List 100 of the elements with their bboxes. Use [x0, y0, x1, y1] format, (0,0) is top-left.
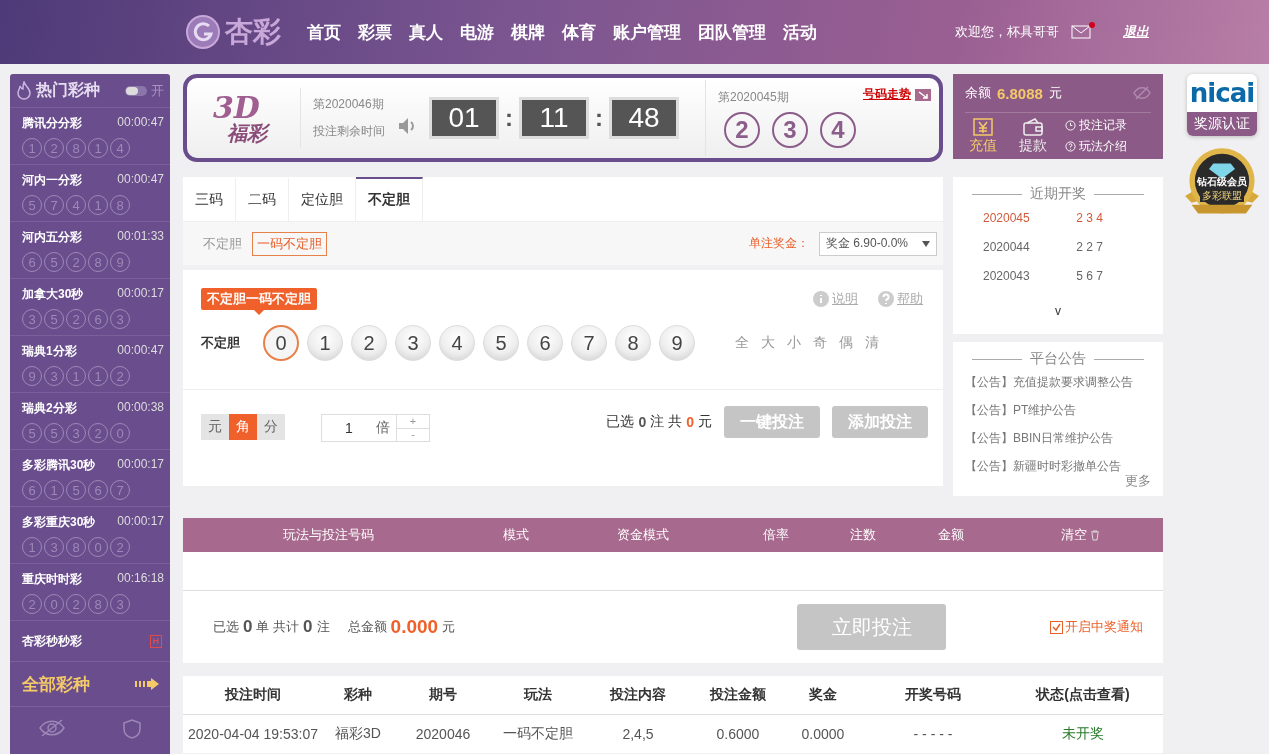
summary-label: 元: [442, 618, 456, 636]
summary-label: 总金额: [347, 618, 387, 636]
quick-select[interactable]: 大: [761, 334, 775, 352]
all-lotteries-link[interactable]: 全部彩种: [10, 662, 170, 707]
issue-number: 第2020045期: [718, 88, 789, 106]
lottery-name[interactable]: 加拿大30秒: [22, 286, 84, 303]
hidden-eye-icon[interactable]: [1133, 86, 1151, 100]
lottery-name[interactable]: 腾讯分分彩: [22, 115, 82, 132]
section-title: 平台公告: [965, 350, 1151, 368]
number-ball[interactable]: 1: [307, 325, 343, 361]
trend-link[interactable]: 号码走势: [863, 86, 931, 103]
nav-item[interactable]: 彩票: [358, 20, 392, 44]
play-option[interactable]: 一码不定胆: [252, 231, 327, 256]
draw-numbers: 2 3 4: [1076, 210, 1103, 225]
prize-select[interactable]: 奖金 6.90-0.0%: [819, 231, 937, 256]
number-ball[interactable]: 4: [439, 325, 475, 361]
prize-label: 单注奖金：: [749, 235, 809, 252]
logout-link[interactable]: 退出: [1123, 23, 1149, 41]
number-ball[interactable]: 6: [527, 325, 563, 361]
lottery-name[interactable]: 河内五分彩: [22, 229, 82, 246]
toggle-switch[interactable]: [125, 85, 147, 96]
expand-toggle[interactable]: v: [965, 304, 1151, 318]
number-ball[interactable]: 2: [351, 325, 387, 361]
more-link[interactable]: 更多: [965, 472, 1151, 490]
unit-toggle[interactable]: 分: [257, 414, 285, 440]
summary-label: 已选: [213, 618, 239, 636]
lottery-name[interactable]: 多彩重庆30秒: [22, 514, 96, 531]
countdown-digit: 48: [609, 97, 679, 139]
lottery-name[interactable]: 杏彩秒秒彩: [22, 632, 82, 650]
quick-select[interactable]: 小: [787, 334, 801, 352]
number-ball[interactable]: 7: [571, 325, 607, 361]
column-header: 金额: [936, 526, 965, 544]
unit-toggle[interactable]: 元: [201, 414, 229, 440]
clear-button[interactable]: 清空: [998, 526, 1163, 544]
table-cell-text: 2,4,5: [621, 726, 655, 742]
draw-numbers: 5 6 7: [1076, 268, 1103, 283]
hidden-eye-icon[interactable]: [38, 719, 66, 737]
column-header: 倍率: [761, 526, 790, 544]
nav-item[interactable]: 真人: [409, 20, 443, 44]
lottery-name[interactable]: 重庆时时彩: [22, 571, 82, 588]
colon-separator: :: [505, 104, 513, 132]
yen-icon: [972, 117, 994, 137]
nav-item[interactable]: 电游: [460, 20, 494, 44]
deposit-button[interactable]: 充值: [965, 117, 1001, 155]
nav-item[interactable]: 活动: [783, 20, 817, 44]
quick-select[interactable]: 偶: [839, 334, 853, 352]
lottery-name[interactable]: 瑞典2分彩: [22, 400, 77, 417]
countdown-time: 00:00:47: [117, 115, 164, 131]
quick-select[interactable]: 全: [735, 334, 749, 352]
wallet-icon: [1022, 117, 1044, 137]
notice-item[interactable]: 【公告】BBIN日常维护公告: [965, 424, 1151, 452]
balance-label: 余额: [965, 84, 991, 102]
table-cell-text: 2020046: [414, 726, 472, 742]
shield-icon[interactable]: [122, 719, 142, 739]
issue-number: 2020044: [983, 239, 1030, 254]
quick-select[interactable]: 奇: [813, 334, 827, 352]
lottery-name[interactable]: 多彩腾讯30秒: [22, 457, 96, 474]
table-cell-text: 福彩3D: [334, 725, 382, 743]
arrow-icon: [134, 677, 160, 691]
column-header: 彩种: [343, 686, 373, 704]
status-link[interactable]: 未开奖: [1003, 725, 1163, 743]
account-link[interactable]: 玩法介绍: [1065, 138, 1127, 155]
brand-logo: nicai: [1189, 77, 1255, 110]
notice-item[interactable]: 【公告】PT维护公告: [965, 396, 1151, 424]
number-ball[interactable]: 9: [659, 325, 695, 361]
currency-label: 元: [1048, 84, 1062, 102]
countdown-time: 00:00:17: [117, 514, 164, 530]
column-header: 投注金额: [708, 686, 767, 704]
trash-icon: [1090, 529, 1100, 541]
play-tab[interactable]: 不定胆: [356, 177, 423, 221]
nav-item[interactable]: 首页: [307, 20, 341, 44]
count-value: 0: [303, 617, 313, 637]
number-ball[interactable]: 5: [483, 325, 519, 361]
nav-item[interactable]: 账户管理: [613, 20, 681, 44]
number-ball[interactable]: 3: [395, 325, 431, 361]
info-icon: [813, 291, 829, 307]
number-ball[interactable]: 8: [615, 325, 651, 361]
lottery-name[interactable]: 河内一分彩: [22, 172, 82, 189]
account-link[interactable]: 投注记录: [1065, 117, 1127, 134]
summary-label: 注: [316, 618, 330, 636]
table-cell-text: 一码不定胆: [502, 725, 574, 743]
quick-select[interactable]: 清: [865, 334, 879, 352]
nav-item[interactable]: 团队管理: [698, 20, 766, 44]
sidebar-title: 热门彩种: [36, 80, 100, 100]
balance-value: 6.8088: [997, 84, 1043, 102]
colon-separator: :: [595, 104, 603, 132]
table-cell-text: - - - - -: [912, 726, 954, 742]
notify-checkbox[interactable]: 开启中奖通知: [1050, 618, 1143, 636]
unit-toggle[interactable]: 角: [229, 414, 257, 440]
nav-item[interactable]: 棋牌: [511, 20, 545, 44]
help-icon: [878, 291, 894, 307]
notice-item[interactable]: 【公告】充值提款要求调整公告: [965, 368, 1151, 396]
draw-numbers: 2 2 7: [1076, 239, 1103, 254]
column-header: 投注内容: [608, 686, 667, 704]
lottery-name[interactable]: 瑞典1分彩: [22, 343, 77, 360]
number-ball[interactable]: 0: [263, 325, 299, 361]
multiplier-field[interactable]: 1 倍 + -: [321, 414, 430, 442]
column-header: 注数: [849, 526, 877, 544]
withdraw-button[interactable]: 提款: [1015, 117, 1051, 155]
nav-item[interactable]: 体育: [562, 20, 596, 44]
